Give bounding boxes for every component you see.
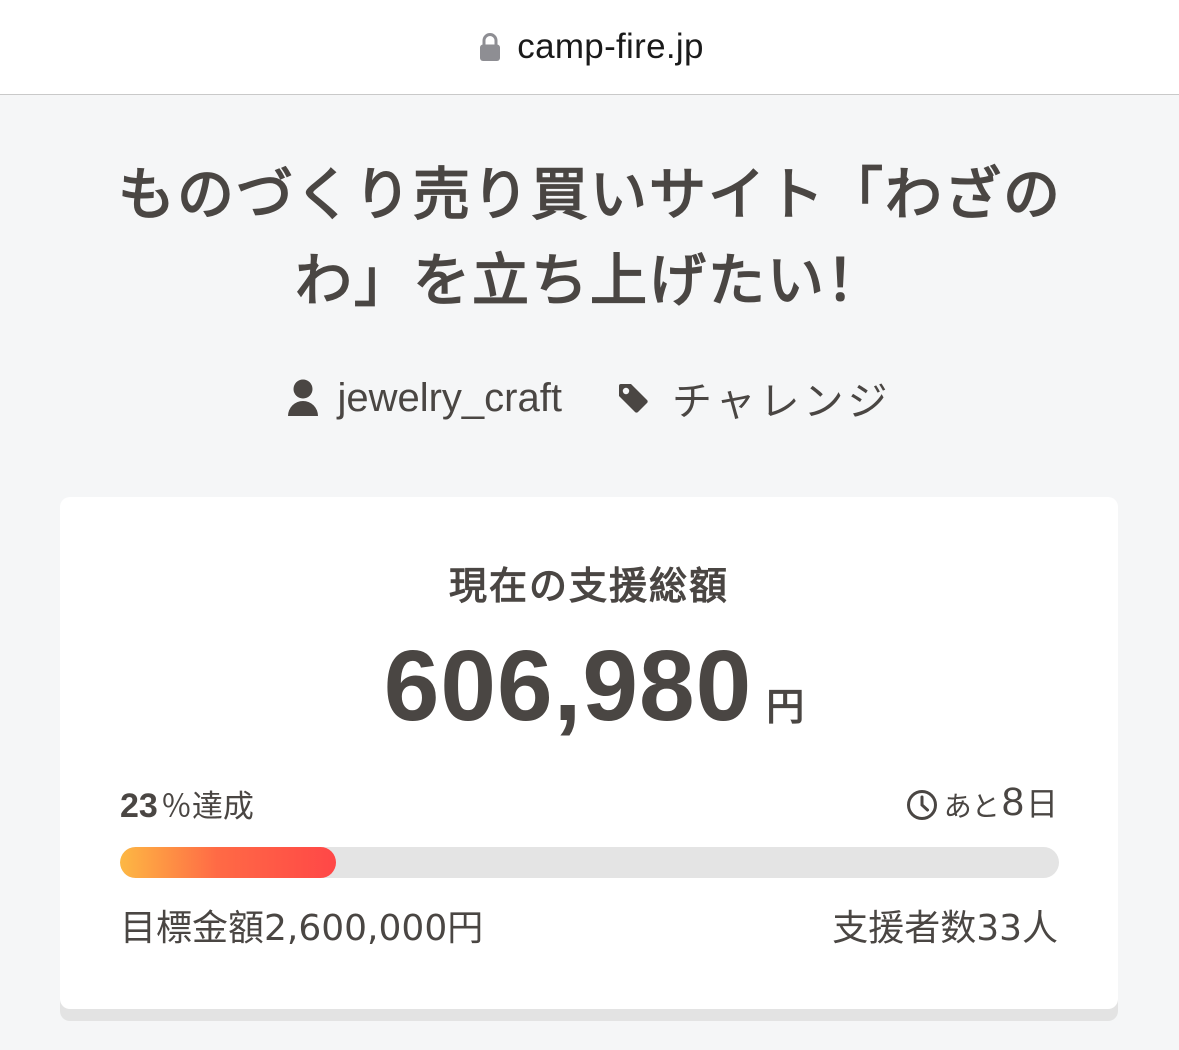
- goal-amount: 目標金額2,600,000円: [120, 908, 484, 949]
- funding-label: 現在の支援総額: [448, 564, 729, 608]
- remaining-time: あと 8 日: [906, 779, 1058, 825]
- project-meta: jewelry_craft チャレンジ: [0, 368, 1179, 428]
- browser-address-bar[interactable]: camp-fire.jp: [0, 0, 1179, 95]
- project-category[interactable]: チャレンジ: [616, 369, 892, 427]
- lock-icon: [480, 33, 501, 61]
- achievement-rate: 23 ％達成: [120, 781, 254, 826]
- url-display[interactable]: camp-fire.jp: [479, 27, 703, 67]
- funding-amount: 606,980: [383, 630, 753, 742]
- project-title: ものづくり売り買いサイト「わざのわ」を立ち上げたい！: [118, 162, 1062, 314]
- remaining-prefix: あと: [943, 790, 1000, 823]
- funding-currency: 円: [766, 685, 805, 729]
- remaining-unit: 日: [1025, 785, 1058, 823]
- remaining-days: 8: [1001, 779, 1024, 824]
- achievement-label: ％達成: [160, 789, 254, 825]
- project-owner[interactable]: jewelry_craft: [287, 376, 562, 421]
- progress-bar-fill: [120, 847, 336, 878]
- tag-icon: [618, 384, 648, 413]
- achievement-percent: 23: [120, 787, 158, 825]
- user-icon: [288, 379, 319, 416]
- owner-name: jewelry_craft: [337, 375, 562, 420]
- url-text: camp-fire.jp: [517, 27, 704, 66]
- category-label: チャレンジ: [671, 379, 892, 425]
- clock-icon: [906, 790, 937, 820]
- funding-amount-row: 606,980 円: [60, 629, 1118, 744]
- funding-card: 現在の支援総額 606,980 円 23 ％達成 あと 8 日 目標金額2,60…: [60, 497, 1118, 1009]
- progress-bar: [120, 847, 1059, 878]
- supporter-count: 支援者数33人: [832, 908, 1058, 949]
